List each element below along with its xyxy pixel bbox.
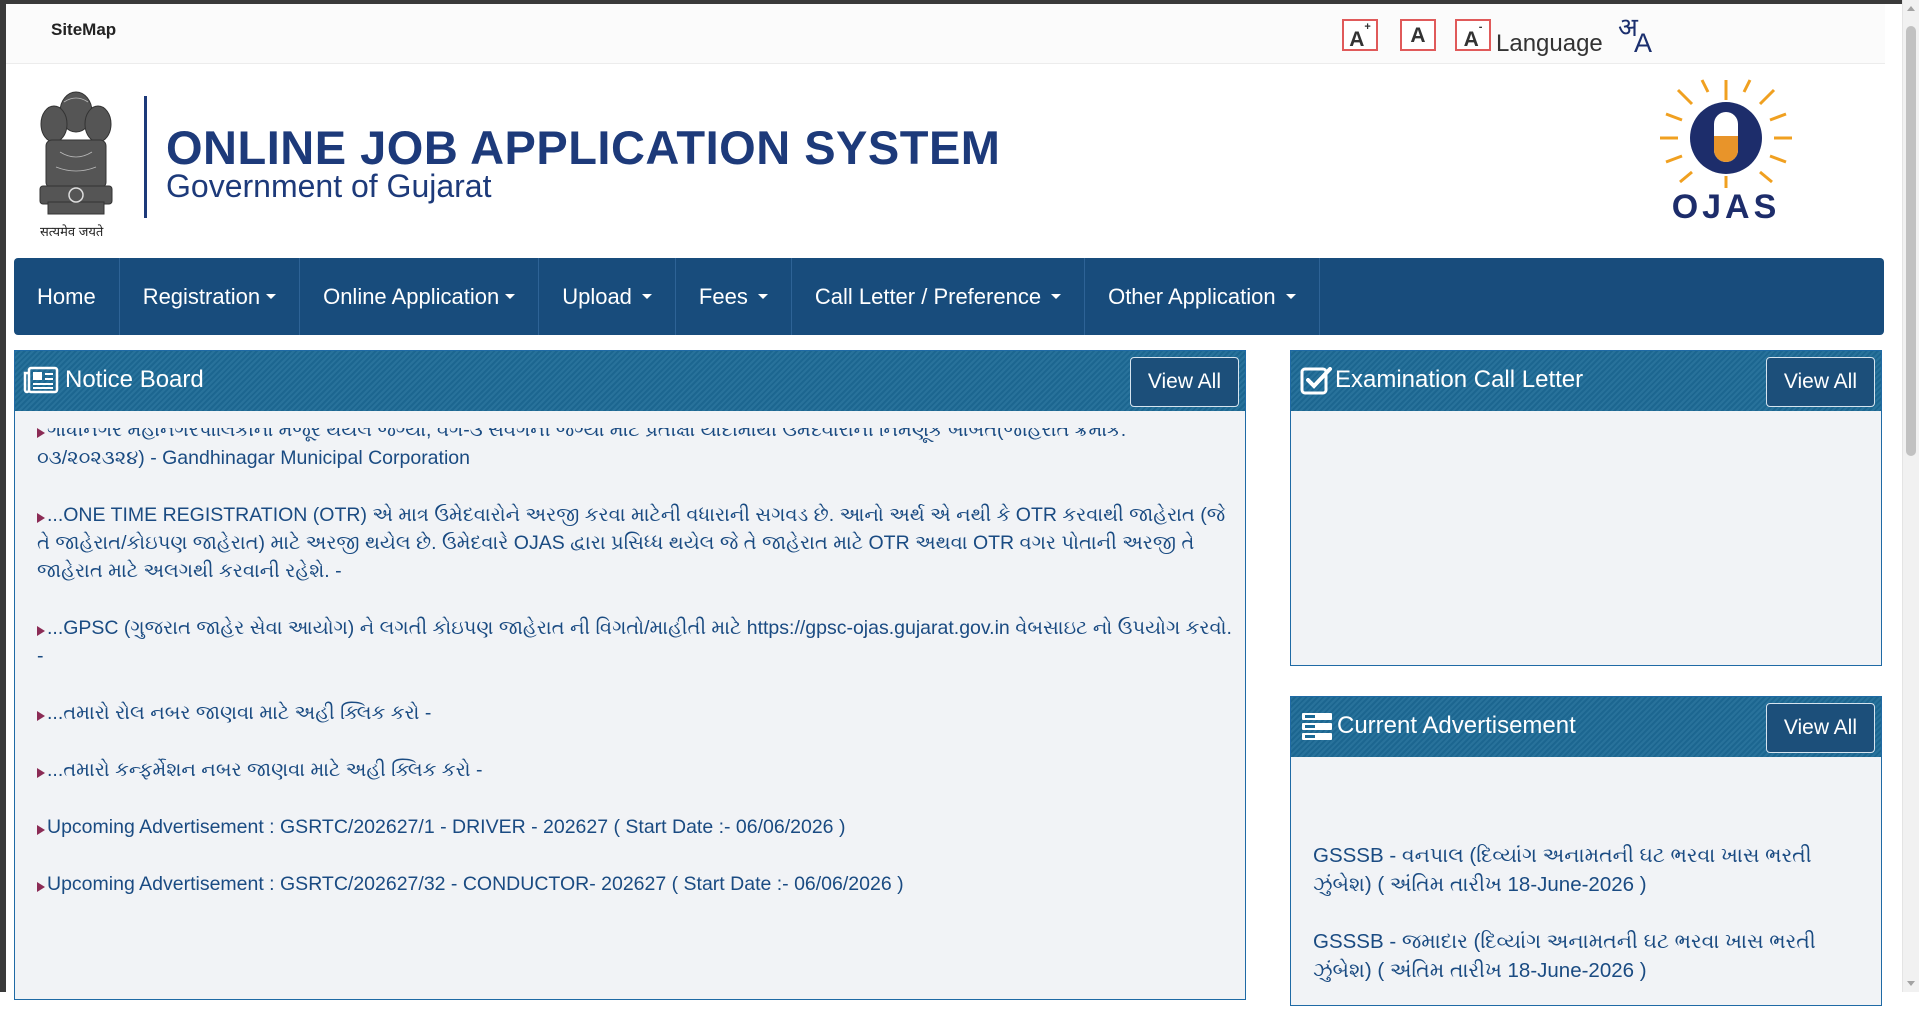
header-divider [144, 96, 147, 218]
list-item[interactable]: Upcoming Advertisement : GSRTC/202627/1 … [37, 813, 1237, 841]
list-item[interactable]: ...GPSC (ગુજરાત જાહેર સેવા આયોગ) ને લગતી… [37, 614, 1237, 670]
ojas-logo-text: OJAS [1672, 188, 1781, 226]
ojas-logo: OJAS [1660, 79, 1792, 226]
bullet-icon [37, 882, 45, 892]
nav-call-letter-label: Call Letter / Preference [814, 283, 1042, 309]
bullet-icon [37, 768, 45, 778]
chevron-down-icon [1051, 294, 1062, 299]
page-title: ONLINE JOB APPLICATION SYSTEM [166, 121, 1001, 174]
scroll-down-icon[interactable] [1907, 981, 1915, 986]
language-icon-latin: A [1634, 28, 1653, 58]
bullet-icon [37, 626, 45, 636]
font-decrease-label: A [1463, 28, 1479, 51]
notice-board-view-all-button[interactable]: View All [1129, 357, 1239, 407]
nav-online-application[interactable]: Online Application [300, 258, 540, 335]
nav-call-letter-preference[interactable]: Call Letter / Preference [792, 258, 1086, 335]
nav-fees[interactable]: Fees [676, 258, 792, 335]
font-normal-label: A [1410, 24, 1426, 47]
current-advertisement-header: Current Advertisement View All [1291, 697, 1881, 757]
notice-board-panel: Notice Board View All ગાંધીનગર મહાનગરપાલ… [14, 350, 1246, 1000]
list-item[interactable]: GSSSB - વનપાલ (દિવ્યાંગ અનામતની ઘટ ભરવા … [1313, 841, 1853, 899]
chevron-down-icon [505, 294, 516, 299]
site-header: सत्यमेव जयते ONLINE JOB APPLICATION SYST… [6, 64, 1885, 254]
nav-home-label: Home [37, 283, 96, 309]
nav-registration-label: Registration [142, 283, 261, 309]
notice-text: Upcoming Advertisement : GSRTC/202627/1 … [47, 816, 846, 838]
scrollbar-thumb[interactable] [1906, 26, 1916, 456]
list-item[interactable]: ગાંધીનગર મહાનગરપાલિકાના મંજૂર થયેલ જગ્યા… [37, 419, 1237, 472]
exam-call-letter-view-all-button[interactable]: View All [1765, 357, 1875, 407]
notice-text: ...તમારો રોલ નબર જાણવા માટે અહી ક્લિક કર… [47, 702, 432, 724]
current-advertisement-panel: Current Advertisement View All GSSSB - વ… [1290, 696, 1882, 1006]
chevron-down-icon [757, 294, 768, 299]
scroll-up-icon[interactable] [1907, 6, 1915, 11]
server-list-icon [1302, 713, 1332, 740]
bullet-icon [37, 428, 45, 438]
chevron-down-icon [1285, 294, 1296, 299]
font-increase-button[interactable]: A+ [1342, 19, 1378, 51]
list-item[interactable]: ...ONE TIME REGISTRATION (OTR) એ માત્ર ઉ… [37, 501, 1237, 585]
language-label[interactable]: Language [1496, 30, 1603, 58]
notice-text: Upcoming Advertisement : GSRTC/202627/32… [47, 873, 904, 895]
list-item[interactable]: ...તમારો કન્ફર્મેશન નબર જાણવા માટે અહી ક… [37, 756, 1237, 784]
nav-home[interactable]: Home [14, 258, 120, 335]
exam-call-letter-panel: Examination Call Letter View All [1290, 350, 1882, 666]
bullet-icon [37, 711, 45, 721]
notice-list: ગાંધીનગર મહાનગરપાલિકાના મંજૂર થયેલ જગ્યા… [37, 428, 1237, 927]
notice-text: ...ONE TIME REGISTRATION (OTR) એ માત્ર ઉ… [37, 504, 1226, 582]
top-utility-bar: SiteMap A+ A A- Language अ A [6, 4, 1885, 64]
notice-text: ગાંધીનગર મહાનગરપાલિકાના મંજૂર થયેલ જગ્યા… [37, 419, 1127, 469]
page-subtitle: Government of Gujarat [166, 168, 492, 204]
advertisement-list: GSSSB - વનપાલ (દિવ્યાંગ અનામતની ઘટ ભરવા … [1313, 841, 1853, 1013]
nav-other-application[interactable]: Other Application [1085, 258, 1320, 335]
list-item[interactable]: ...તમારો રોલ નબર જાણવા માટે અહી ક્લિક કર… [37, 699, 1237, 727]
exam-call-letter-title: Examination Call Letter [1335, 366, 1584, 393]
nav-fees-label: Fees [698, 283, 748, 309]
national-emblem-icon [39, 91, 113, 215]
font-increase-sup: + [1364, 21, 1371, 33]
main-nav: Home Registration Online Application Upl… [14, 258, 1884, 335]
chevron-down-icon [641, 294, 652, 299]
sitemap-link[interactable]: SiteMap [51, 20, 116, 40]
language-icon[interactable]: अ A [1618, 8, 1658, 58]
font-decrease-button[interactable]: A- [1455, 19, 1491, 51]
current-advertisement-view-all-button[interactable]: View All [1765, 703, 1875, 753]
nav-upload[interactable]: Upload [539, 258, 676, 335]
exam-call-letter-header: Examination Call Letter View All [1291, 351, 1881, 411]
newspaper-icon [23, 366, 59, 394]
nav-online-application-label: Online Application [323, 283, 500, 309]
font-increase-label: A [1349, 28, 1365, 51]
notice-board-title: Notice Board [65, 366, 204, 393]
page-scrollbar[interactable] [1902, 0, 1919, 992]
bullet-icon [37, 825, 45, 835]
chevron-down-icon [266, 294, 277, 299]
list-item[interactable]: Upcoming Advertisement : GSRTC/202627/32… [37, 870, 1237, 898]
current-advertisement-title: Current Advertisement [1337, 712, 1576, 739]
font-normal-button[interactable]: A [1400, 19, 1436, 51]
emblem-motto: सत्यमेव जयते [40, 224, 104, 239]
checkbox-checked-icon [1300, 367, 1332, 395]
notice-text: ...તમારો કન્ફર્મેશન નબર જાણવા માટે અહી ક… [47, 759, 483, 781]
font-decrease-sup: - [1478, 21, 1483, 33]
nav-registration[interactable]: Registration [120, 258, 301, 335]
nav-upload-label: Upload [562, 283, 632, 309]
notice-board-header: Notice Board View All [15, 351, 1245, 411]
list-item[interactable]: GSSSB - જમાદાર (દિવ્યાંગ અનામતની ઘટ ભરવા… [1313, 927, 1853, 985]
bullet-icon [37, 513, 45, 523]
nav-other-application-label: Other Application [1108, 283, 1276, 309]
notice-text: ...GPSC (ગુજરાત જાહેર સેવા આયોગ) ને લગતી… [37, 617, 1232, 667]
